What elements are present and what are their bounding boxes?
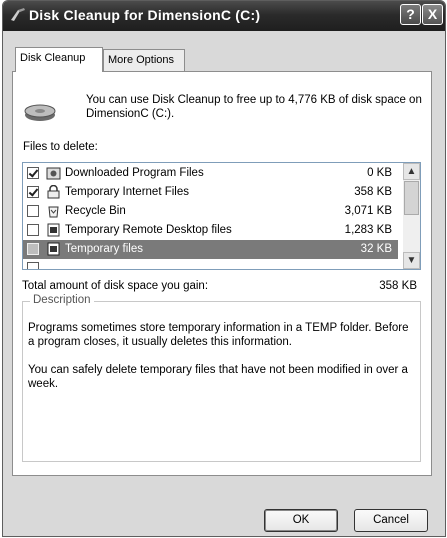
file-size: 32 KB xyxy=(360,243,392,255)
scroll-down-button[interactable]: ▼ xyxy=(403,252,420,269)
window-title: Disk Cleanup for DimensionC (C:) xyxy=(29,7,261,23)
help-button[interactable]: ? xyxy=(400,4,421,25)
file-name: Downloaded Program Files xyxy=(65,167,204,179)
vertical-scrollbar[interactable]: ▲ ▼ xyxy=(403,163,420,269)
checkbox[interactable] xyxy=(27,243,39,255)
file-name: Recycle Bin xyxy=(65,205,126,217)
title-bar[interactable]: Disk Cleanup for DimensionC (C:) ? X xyxy=(3,1,445,31)
lock-icon xyxy=(47,185,60,199)
checkbox[interactable] xyxy=(27,186,39,198)
list-item[interactable]: Downloaded Program Files 0 KB xyxy=(23,164,398,183)
file-icon xyxy=(47,242,60,256)
description-legend: Description xyxy=(30,294,94,306)
list-item[interactable]: Temporary Remote Desktop files 1,283 KB xyxy=(23,221,398,240)
hard-drive-icon xyxy=(24,104,56,121)
file-size: 3,071 KB xyxy=(344,205,392,217)
folder-gear-icon xyxy=(46,167,61,180)
scroll-thumb[interactable] xyxy=(404,181,419,215)
total-space-label: Total amount of disk space you gain: xyxy=(22,280,209,292)
ok-button[interactable]: OK xyxy=(264,509,338,532)
file-size: 0 KB xyxy=(367,167,392,179)
list-item-selected[interactable]: Temporary files 32 KB xyxy=(23,240,398,259)
total-space-value: 358 KB xyxy=(379,280,417,292)
file-name: Temporary Internet Files xyxy=(65,186,189,198)
list-item[interactable]: Temporary Internet Files 358 KB xyxy=(23,183,398,202)
broom-icon xyxy=(11,8,25,21)
list-item[interactable] xyxy=(23,259,398,269)
scroll-up-button[interactable]: ▲ xyxy=(403,163,420,180)
file-size: 1,283 KB xyxy=(344,224,392,236)
file-name: Temporary files xyxy=(65,243,143,255)
file-icon xyxy=(47,223,60,237)
tab-disk-cleanup[interactable]: Disk Cleanup xyxy=(15,47,103,72)
recycle-bin-icon xyxy=(48,206,59,218)
close-button[interactable]: X xyxy=(422,4,443,25)
checkbox[interactable] xyxy=(27,262,39,269)
file-size: 358 KB xyxy=(354,186,392,198)
description-paragraph: You can safely delete temporary files th… xyxy=(28,364,408,390)
checkbox[interactable] xyxy=(27,205,39,217)
files-list[interactable]: Downloaded Program Files 0 KB Temporary … xyxy=(22,162,421,270)
file-name: Temporary Remote Desktop files xyxy=(65,224,232,236)
checkbox[interactable] xyxy=(27,167,39,179)
description-text: Programs sometimes store temporary infor… xyxy=(28,321,418,405)
cancel-button[interactable]: Cancel xyxy=(354,509,428,532)
files-to-delete-label: Files to delete: xyxy=(23,141,98,153)
tab-more-options[interactable]: More Options xyxy=(103,49,185,71)
description-paragraph: Programs sometimes store temporary infor… xyxy=(28,322,409,348)
list-item[interactable]: Recycle Bin 3,071 KB xyxy=(23,202,398,221)
intro-text: You can use Disk Cleanup to free up to 4… xyxy=(86,94,422,120)
checkbox[interactable] xyxy=(27,224,39,236)
